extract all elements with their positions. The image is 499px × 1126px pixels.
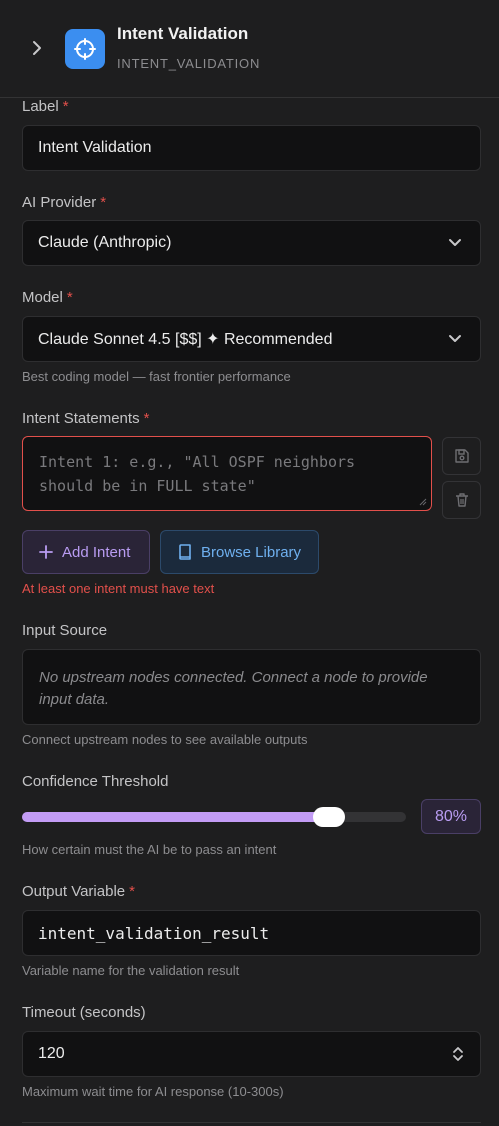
resize-handle-icon[interactable] xyxy=(419,498,427,506)
input-source-hint: Connect upstream nodes to see available … xyxy=(22,732,308,747)
confidence-slider-thumb[interactable] xyxy=(313,807,346,827)
confidence-label: Confidence Threshold xyxy=(22,773,169,790)
provider-select-value: Claude (Anthropic) xyxy=(38,234,172,251)
save-intent-button[interactable] xyxy=(442,437,481,475)
save-icon xyxy=(454,449,469,463)
divider xyxy=(22,1122,481,1123)
label-input-value: Intent Validation xyxy=(38,139,152,156)
stepper-icon[interactable] xyxy=(452,1045,464,1063)
provider-select[interactable]: Claude (Anthropic) xyxy=(22,220,481,266)
output-variable-input[interactable]: intent_validation_result xyxy=(22,910,481,956)
input-source-box: No upstream nodes connected. Connect a n… xyxy=(22,649,481,725)
output-variable-value: intent_validation_result xyxy=(38,923,270,943)
model-hint: Best coding model — fast frontier perfor… xyxy=(22,369,291,384)
node-title: Intent Validation xyxy=(117,24,249,43)
intent-error: At least one intent must have text xyxy=(22,581,215,596)
browse-library-button[interactable]: Browse Library xyxy=(160,530,319,574)
confidence-hint: How certain must the AI be to pass an in… xyxy=(22,842,277,857)
trash-icon xyxy=(455,493,468,507)
intents-label: Intent Statements * xyxy=(22,410,150,427)
chevron-right-icon[interactable] xyxy=(29,40,45,56)
input-source-empty: No upstream nodes connected. Connect a n… xyxy=(39,669,428,708)
book-icon xyxy=(179,544,191,560)
output-variable-hint: Variable name for the validation result xyxy=(22,963,240,978)
input-source-label: Input Source xyxy=(22,622,108,639)
model-label: Model * xyxy=(22,289,73,306)
plus-icon xyxy=(39,545,53,559)
provider-label: AI Provider * xyxy=(22,194,107,211)
label-input[interactable]: Intent Validation xyxy=(22,125,481,171)
confidence-slider-track[interactable] xyxy=(22,812,406,822)
crosshair-icon xyxy=(65,29,105,69)
model-select-value: Claude Sonnet 4.5 [$$] ✦ Recommended xyxy=(38,331,333,348)
browse-library-label: Browse Library xyxy=(201,543,302,561)
add-intent-button[interactable]: Add Intent xyxy=(22,530,150,574)
node-header: Intent Validation INTENT_VALIDATION xyxy=(0,0,499,98)
model-select[interactable]: Claude Sonnet 4.5 [$$] ✦ Recommended xyxy=(22,316,481,362)
intent-placeholder: Intent 1: e.g., "All OSPF neighbors shou… xyxy=(39,453,356,495)
node-type: INTENT_VALIDATION xyxy=(117,56,261,71)
label-field-label: Label * xyxy=(22,98,69,115)
confidence-value-badge: 80% xyxy=(421,799,481,834)
timeout-input[interactable]: 120 xyxy=(22,1031,481,1077)
intent-textarea[interactable]: Intent 1: e.g., "All OSPF neighbors shou… xyxy=(22,436,432,511)
timeout-hint: Maximum wait time for AI response (10-30… xyxy=(22,1084,284,1099)
add-intent-label: Add Intent xyxy=(62,543,131,561)
chevron-down-icon xyxy=(449,335,461,342)
output-variable-label: Output Variable * xyxy=(22,883,135,900)
delete-intent-button[interactable] xyxy=(442,481,481,519)
timeout-label: Timeout (seconds) xyxy=(22,1004,146,1021)
chevron-down-icon xyxy=(449,239,461,246)
timeout-value: 120 xyxy=(38,1045,65,1062)
confidence-slider-fill xyxy=(22,812,330,822)
